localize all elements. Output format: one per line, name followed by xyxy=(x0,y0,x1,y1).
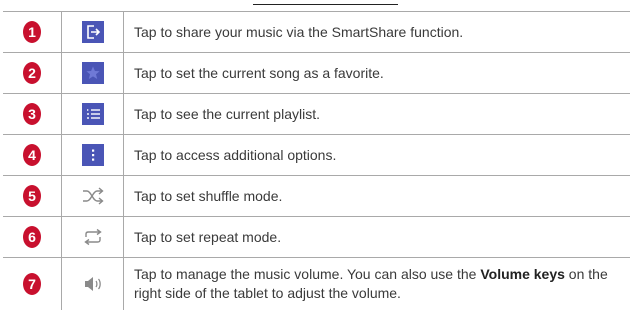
more-options-icon xyxy=(81,144,104,166)
top-rule xyxy=(253,4,398,5)
table-row: 5 Tap to set shuffle mode. xyxy=(3,176,630,217)
row-description: Tap to share your music via the SmartSha… xyxy=(134,23,464,40)
number-badge: 1 xyxy=(23,21,41,43)
icon-reference-table: 1 Tap to share your music via the SmartS… xyxy=(3,11,630,310)
row-description: Tap to manage the music volume. You can … xyxy=(134,266,608,301)
number-badge: 3 xyxy=(23,103,41,125)
table-row: 3 Tap to see the current playlist. xyxy=(3,94,630,135)
row-description: Tap to see the current playlist. xyxy=(134,105,320,122)
row-description: Tap to set the current song as a favorit… xyxy=(134,64,384,81)
table-row: 4 Tap to access additional options. xyxy=(3,135,630,176)
number-badge: 7 xyxy=(23,273,41,295)
volume-label: Volume xyxy=(480,266,530,282)
number-badge: 4 xyxy=(23,144,41,166)
playlist-icon xyxy=(81,103,104,125)
volume-icon xyxy=(82,273,104,295)
table-row: 1 Tap to share your music via the SmartS… xyxy=(3,12,630,53)
row-description: Tap to access additional options. xyxy=(134,146,337,163)
row-description: Tap to set repeat mode. xyxy=(134,228,282,245)
table-row: 6 Tap to set repeat mode. xyxy=(3,217,630,258)
share-icon xyxy=(81,21,104,43)
table-row: 7 Tap to manage the music volume. You ca… xyxy=(3,258,630,310)
number-badge: 6 xyxy=(23,226,41,248)
row-description: Tap to set shuffle mode. xyxy=(134,187,283,204)
favorite-star-icon xyxy=(81,62,104,84)
number-badge: 2 xyxy=(23,62,41,84)
keys-label: keys xyxy=(533,266,565,282)
table-row: 2 Tap to set the current song as a favor… xyxy=(3,53,630,94)
repeat-icon xyxy=(80,226,106,248)
shuffle-icon xyxy=(80,185,106,207)
number-badge: 5 xyxy=(23,185,41,207)
